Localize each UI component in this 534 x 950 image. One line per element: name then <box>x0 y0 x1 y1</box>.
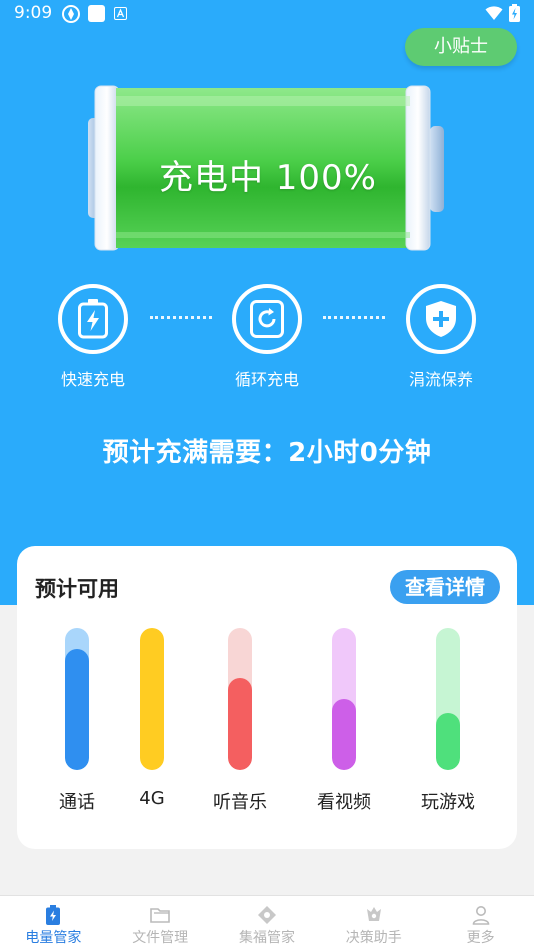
fortune-icon <box>257 906 276 924</box>
usage-item-game: 玩游戏 <box>408 628 488 814</box>
usage-bar-fill <box>228 677 252 770</box>
usage-item-4g: 4G <box>112 628 192 809</box>
mode-label-cycle: 循环充电 <box>234 370 299 389</box>
nav-label: 文件管理 <box>132 930 189 946</box>
view-details-button[interactable]: 查看详情 <box>390 570 500 604</box>
folder-icon <box>150 908 170 923</box>
square-notification-icon <box>88 5 105 22</box>
mode-trickle-care[interactable]: 涓流保养 <box>371 284 511 390</box>
trickle-shield-icon <box>426 301 456 337</box>
a-notification-icon <box>114 7 127 20</box>
wifi-icon <box>485 6 503 20</box>
battery-icon <box>46 905 61 925</box>
usage-bar-track <box>436 628 460 770</box>
mode-cycle-charge[interactable]: 循环充电 <box>197 284 337 390</box>
charging-status-text: 充电中 100% <box>158 158 377 198</box>
battery-status-icon <box>509 4 520 22</box>
tips-button[interactable]: 小贴士 <box>405 28 517 66</box>
nav-label: 电量管家 <box>25 930 82 946</box>
nav-item-decision[interactable]: 决策助手 <box>320 896 427 950</box>
usage-bar-track <box>332 628 356 770</box>
nav-item-more[interactable]: 更多 <box>427 896 534 950</box>
person-icon <box>472 906 489 925</box>
mode-label-fast: 快速充电 <box>60 370 125 389</box>
usage-bar-fill <box>436 713 460 770</box>
usage-label: 4G <box>139 788 165 809</box>
nav-label: 集福管家 <box>238 930 295 946</box>
usage-label: 看视频 <box>317 792 371 813</box>
usage-label: 玩游戏 <box>421 792 475 813</box>
nav-item-files[interactable]: 文件管理 <box>107 896 214 950</box>
usage-label: 听音乐 <box>213 792 267 813</box>
charge-estimate-text: 预计充满需要：2小时0分钟 <box>102 438 432 468</box>
usage-bar-track <box>140 628 164 770</box>
nav-item-battery[interactable]: 电量管家 <box>0 896 107 950</box>
usage-bar-track <box>228 628 252 770</box>
nav-item-fortune[interactable]: 集福管家 <box>214 896 321 950</box>
usage-card: 预计可用 查看详情 通话 4G 听音乐 看视频 玩游戏 <box>17 546 517 849</box>
usage-bar-fill <box>332 699 356 770</box>
usage-item-video: 看视频 <box>304 628 384 814</box>
decision-icon <box>366 907 381 921</box>
usage-bar-fill <box>140 628 164 770</box>
trickle-care-circle <box>406 284 476 354</box>
usage-label: 通话 <box>59 792 95 813</box>
mode-label-trickle: 涓流保养 <box>408 370 473 389</box>
nav-label: 更多 <box>466 930 495 946</box>
fast-charge-icon <box>78 299 108 339</box>
usage-item-music: 听音乐 <box>200 628 280 814</box>
mode-fast-charge[interactable]: 快速充电 <box>23 284 163 390</box>
fast-charge-circle <box>58 284 128 354</box>
bottom-nav: 电量管家 文件管理 集福管家 决策助手 更多 <box>0 895 534 950</box>
status-time: 9:09 <box>14 3 53 23</box>
cycle-charge-circle <box>232 284 302 354</box>
nav-label: 决策助手 <box>345 930 402 946</box>
app-notification-icon <box>62 5 80 23</box>
usage-bar-track <box>65 628 89 770</box>
usage-bar-fill <box>65 649 89 770</box>
usage-card-title: 预计可用 <box>35 577 119 601</box>
usage-item-call: 通话 <box>37 628 117 814</box>
status-bar: 9:09 <box>0 0 534 28</box>
cycle-charge-icon <box>250 300 284 338</box>
